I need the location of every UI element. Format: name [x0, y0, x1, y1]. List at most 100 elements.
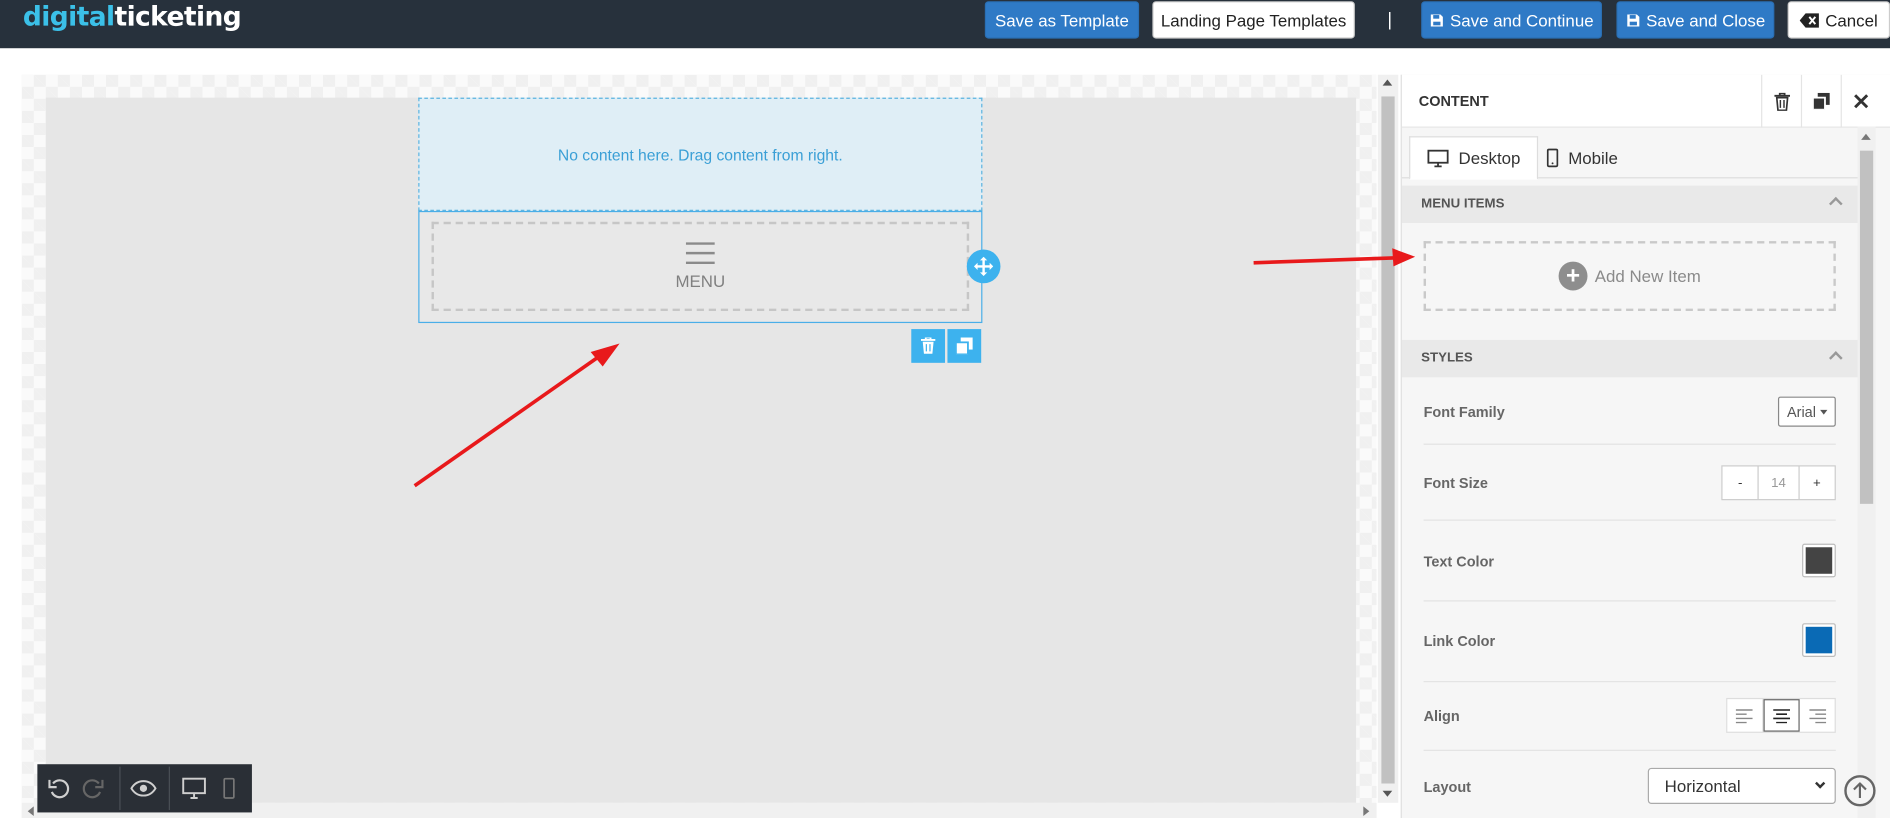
save-and-continue-label: Save and Continue [1450, 10, 1594, 30]
tab-mobile-label: Mobile [1568, 148, 1618, 168]
menu-block-label: MENU [675, 271, 726, 291]
toolbar-separator: | [1387, 9, 1393, 31]
cancel-button[interactable]: Cancel [1787, 1, 1890, 39]
panel-duplicate-button[interactable] [1800, 74, 1841, 128]
font-size-increase-button[interactable]: + [1799, 466, 1834, 499]
text-color-swatch[interactable] [1802, 543, 1836, 578]
save-as-template-label: Save as Template [995, 10, 1129, 30]
desktop-icon [1427, 149, 1449, 167]
trash-icon [1773, 92, 1790, 111]
panel-title: CONTENT [1418, 92, 1489, 110]
desktop-view-icon[interactable] [181, 775, 208, 802]
scroll-up-arrow-icon[interactable] [1382, 79, 1393, 86]
panel-close-button[interactable] [1840, 74, 1881, 128]
toolbar-divider [168, 766, 170, 811]
chevron-up-icon[interactable] [1829, 351, 1843, 365]
panel-delete-button[interactable] [1761, 74, 1801, 128]
text-color-row: Text Color [1423, 521, 1836, 602]
link-color-swatch[interactable] [1802, 623, 1836, 657]
panel-scrollbar[interactable] [1857, 126, 1876, 818]
close-icon [1854, 94, 1869, 109]
align-row: Align [1423, 682, 1836, 751]
empty-drop-zone[interactable]: No content here. Drag content from right… [418, 97, 983, 211]
layout-row: Layout Horizontal [1424, 751, 1836, 818]
preview-eye-icon[interactable] [130, 775, 157, 802]
top-bar: digitalticketing Save as Template Landin… [0, 0, 1890, 49]
link-color-label: Link Color [1423, 632, 1496, 650]
move-handle-icon[interactable] [966, 249, 1001, 284]
tab-mobile[interactable]: Mobile [1530, 136, 1635, 179]
toolbar-divider [119, 766, 121, 811]
align-right-button[interactable] [1800, 699, 1835, 732]
align-left-icon [1736, 708, 1754, 723]
layout-label: Layout [1423, 778, 1472, 796]
add-new-item-button[interactable]: + Add New Item [1423, 241, 1836, 311]
trash-icon [920, 337, 936, 354]
save-and-close-button[interactable]: Save and Close [1616, 1, 1775, 39]
menu-items-section-header[interactable]: MENU ITEMS [1401, 185, 1860, 223]
tab-desktop-label: Desktop [1458, 148, 1521, 168]
align-center-icon [1773, 708, 1791, 723]
styles-section-title: STYLES [1421, 350, 1473, 366]
undo-icon[interactable] [46, 775, 73, 802]
layout-value: Horizontal [1664, 776, 1741, 796]
landing-page-templates-button[interactable]: Landing Page Templates [1152, 1, 1355, 39]
chevron-up-icon[interactable] [1829, 196, 1843, 211]
plus-circle-icon: + [1558, 261, 1588, 291]
delete-block-button[interactable] [911, 329, 946, 363]
layout-dropdown[interactable]: Horizontal [1647, 767, 1836, 805]
panel-scrollbar-thumb[interactable] [1859, 150, 1874, 504]
scroll-right-arrow-icon[interactable] [1363, 806, 1370, 817]
tab-desktop[interactable]: Desktop [1409, 136, 1539, 180]
font-size-label: Font Size [1423, 474, 1488, 492]
menu-placeholder[interactable]: MENU [431, 221, 970, 311]
canvas-vertical-scrollbar[interactable] [1377, 74, 1399, 803]
add-new-item-label: Add New Item [1594, 266, 1701, 286]
font-size-decrease-button[interactable]: - [1723, 466, 1758, 499]
font-size-row: Font Size - 14 + [1423, 445, 1836, 521]
chevron-down-icon [1815, 778, 1826, 789]
scroll-left-arrow-icon[interactable] [27, 806, 34, 817]
scrollbar-thumb[interactable] [1381, 96, 1395, 784]
duplicate-block-button[interactable] [947, 329, 982, 363]
landing-page-templates-label: Landing Page Templates [1160, 10, 1347, 30]
styles-section-header[interactable]: STYLES [1401, 339, 1860, 378]
align-left-button[interactable] [1727, 699, 1764, 732]
view-tabs: Desktop Mobile [1401, 127, 1860, 180]
arrow-up-icon [1853, 782, 1867, 798]
font-size-stepper: - 14 + [1721, 465, 1836, 501]
save-and-close-label: Save and Close [1646, 10, 1766, 30]
panel-header: CONTENT [1401, 74, 1890, 128]
page-builder-screen: digitalticketing Save as Template Landin… [0, 0, 1890, 818]
logo-text-digital: digital [22, 2, 115, 33]
save-and-continue-button[interactable]: Save and Continue [1421, 1, 1602, 39]
properties-panel: CONTENT Desktop Mobile MENU ITEMS + Add … [1400, 74, 1890, 818]
font-family-dropdown[interactable]: Arial [1777, 396, 1836, 427]
menu-items-section-title: MENU ITEMS [1421, 196, 1505, 211]
font-family-row: Font Family Arial [1423, 380, 1836, 445]
logo-text-ticketing: ticketing [114, 2, 242, 33]
align-right-icon [1808, 708, 1826, 723]
canvas-bottom-toolbar [37, 764, 252, 813]
link-color-fill [1805, 626, 1833, 654]
text-color-label: Text Color [1423, 553, 1495, 571]
scroll-up-arrow-icon[interactable] [1861, 133, 1871, 140]
align-button-group [1726, 697, 1836, 733]
font-family-value: Arial [1786, 403, 1816, 421]
clone-icon [955, 337, 973, 355]
font-size-value[interactable]: 14 [1757, 466, 1800, 500]
mobile-icon [1546, 148, 1559, 168]
hamburger-menu-icon [685, 242, 715, 264]
app-logo[interactable]: digitalticketing [22, 2, 242, 33]
clone-icon [1812, 92, 1830, 110]
back-to-top-button[interactable] [1844, 775, 1876, 807]
cancel-label: Cancel [1825, 10, 1878, 30]
redo-icon[interactable] [80, 775, 107, 802]
floppy-disk-icon [1430, 13, 1443, 26]
mobile-view-icon[interactable] [216, 775, 243, 802]
save-as-template-button[interactable]: Save as Template [984, 1, 1140, 39]
scroll-down-arrow-icon[interactable] [1382, 790, 1393, 797]
link-color-row: Link Color [1423, 601, 1836, 683]
align-center-button[interactable] [1763, 699, 1801, 732]
menu-block[interactable]: MENU [418, 210, 983, 324]
